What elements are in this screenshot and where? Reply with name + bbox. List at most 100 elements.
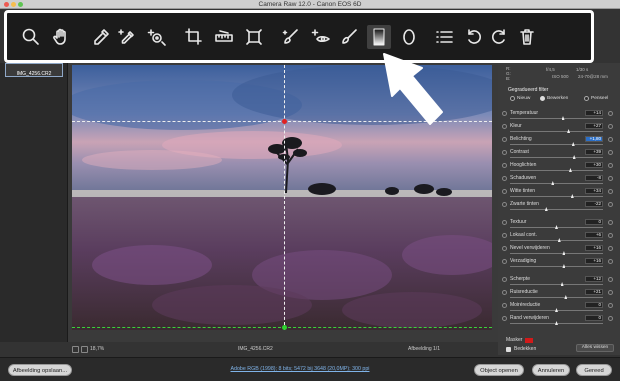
rotate-left-tool-button[interactable] <box>462 25 486 49</box>
slider-track[interactable] <box>510 144 603 145</box>
save-image-button[interactable]: Afbeelding opslaan... <box>8 364 72 376</box>
red-eye-removal-tool-button[interactable] <box>309 25 333 49</box>
increase-icon[interactable] <box>608 202 613 207</box>
decrease-icon[interactable] <box>502 303 507 308</box>
decrease-icon[interactable] <box>502 202 507 207</box>
slider-track[interactable] <box>510 284 603 285</box>
overlay-checkbox[interactable]: Bedekken <box>506 346 536 352</box>
increase-icon[interactable] <box>608 277 613 282</box>
slider-row[interactable]: Schaduwen -8 <box>502 175 620 188</box>
decrease-icon[interactable] <box>502 316 507 321</box>
color-sampler-tool-button[interactable] <box>115 25 139 49</box>
increase-icon[interactable] <box>608 290 613 295</box>
decrease-icon[interactable] <box>502 220 507 225</box>
decrease-icon[interactable] <box>502 189 507 194</box>
increase-icon[interactable] <box>608 246 613 251</box>
decrease-icon[interactable] <box>502 111 507 116</box>
rotate-right-tool-button[interactable] <box>487 25 511 49</box>
top-guide-handle[interactable] <box>282 119 287 124</box>
decrease-icon[interactable] <box>502 163 507 168</box>
decrease-icon[interactable] <box>502 259 507 264</box>
increase-icon[interactable] <box>608 124 613 129</box>
slider-row[interactable]: Moiréreductie 0 <box>502 302 620 315</box>
decrease-icon[interactable] <box>502 277 507 282</box>
straighten-tool-button[interactable] <box>212 25 236 49</box>
mode-brush-radio[interactable]: Penseel <box>584 96 608 101</box>
adjustment-brush-tool-button[interactable] <box>337 25 361 49</box>
increase-icon[interactable] <box>608 111 613 116</box>
slider-value-field[interactable]: 0 <box>585 315 603 321</box>
slider-value-field[interactable]: +6 <box>585 232 603 238</box>
slider-row[interactable]: Textuur 0 <box>502 219 620 232</box>
slider-row[interactable]: Zwarte tinten -22 <box>502 201 620 214</box>
slider-row[interactable]: Verzadiging +16 <box>502 258 620 271</box>
slider-track[interactable] <box>510 240 603 241</box>
slider-row[interactable]: Nevel verwijderen +16 <box>502 245 620 258</box>
slider-track[interactable] <box>510 253 603 254</box>
slider-value-field[interactable]: 0 <box>585 302 603 308</box>
increase-icon[interactable] <box>608 189 613 194</box>
slider-row[interactable]: Witte tinten +34 <box>502 188 620 201</box>
graduated-filter-center-line[interactable] <box>284 65 285 330</box>
increase-icon[interactable] <box>608 163 613 168</box>
zoom-in-button[interactable] <box>81 346 88 353</box>
slider-row[interactable]: Rand verwijderen 0 <box>502 315 620 328</box>
crop-tool-button[interactable] <box>182 25 206 49</box>
slider-value-field[interactable]: -22 <box>585 201 603 207</box>
done-button[interactable]: Gereed <box>576 364 612 376</box>
slider-track[interactable] <box>510 266 603 267</box>
slider-value-field[interactable]: +1,80 <box>585 136 603 142</box>
decrease-icon[interactable] <box>502 246 507 251</box>
decrease-icon[interactable] <box>502 176 507 181</box>
slider-row[interactable]: Scherpte +12 <box>502 276 620 289</box>
slider-track[interactable] <box>510 118 603 119</box>
targeted-adjustment-tool-button[interactable] <box>145 25 169 49</box>
slider-row[interactable]: Ruisreductie +21 <box>502 289 620 302</box>
transform-tool-button[interactable] <box>242 25 266 49</box>
preferences-tool-button[interactable] <box>432 25 456 49</box>
open-object-button[interactable]: Object openen <box>474 364 524 376</box>
slider-row[interactable]: Lokaal cont. +6 <box>502 232 620 245</box>
slider-value-field[interactable]: +30 <box>585 162 603 168</box>
slider-row[interactable]: Belichting +1,80 <box>502 136 620 149</box>
slider-value-field[interactable]: +39 <box>585 149 603 155</box>
graduated-filter-tool-button[interactable] <box>367 25 391 49</box>
slider-value-field[interactable]: -8 <box>585 175 603 181</box>
increase-icon[interactable] <box>608 220 613 225</box>
cancel-button[interactable]: Annuleren <box>532 364 570 376</box>
slider-row[interactable]: Kleur +27 <box>502 123 620 136</box>
increase-icon[interactable] <box>608 150 613 155</box>
delete-tool-button[interactable] <box>515 25 539 49</box>
mode-edit-radio[interactable]: Bewerken <box>540 96 568 101</box>
decrease-icon[interactable] <box>502 290 507 295</box>
slider-track[interactable] <box>510 131 603 132</box>
slider-track[interactable] <box>510 183 603 184</box>
slider-value-field[interactable]: +16 <box>585 245 603 251</box>
decrease-icon[interactable] <box>502 150 507 155</box>
slider-row[interactable]: Contrast +39 <box>502 149 620 162</box>
slider-track[interactable] <box>510 170 603 171</box>
bottom-guide-handle[interactable] <box>282 325 287 330</box>
radial-filter-tool-button[interactable] <box>397 25 421 49</box>
slider-row[interactable]: Hooglichten +30 <box>502 162 620 175</box>
zoom-level[interactable]: 18,7% <box>90 346 104 352</box>
slider-track[interactable] <box>510 297 603 298</box>
slider-track[interactable] <box>510 209 603 210</box>
increase-icon[interactable] <box>608 316 613 321</box>
slider-value-field[interactable]: +12 <box>585 276 603 282</box>
slider-value-field[interactable]: +21 <box>585 289 603 295</box>
slider-track[interactable] <box>510 196 603 197</box>
increase-icon[interactable] <box>608 137 613 142</box>
increase-icon[interactable] <box>608 176 613 181</box>
spot-removal-tool-button[interactable] <box>279 25 303 49</box>
mask-color-swatch[interactable] <box>525 337 534 343</box>
slider-value-field[interactable]: +16 <box>585 258 603 264</box>
mask-toggle[interactable]: Masker <box>506 337 534 343</box>
zoom-out-button[interactable] <box>72 346 79 353</box>
slider-value-field[interactable]: +27 <box>585 123 603 129</box>
decrease-icon[interactable] <box>502 124 507 129</box>
increase-icon[interactable] <box>608 233 613 238</box>
hand-tool-button[interactable] <box>49 25 73 49</box>
filmstrip-thumbnail[interactable]: IMG_4256.CR2 <box>5 63 63 77</box>
slider-row[interactable]: Temperatuur +14 <box>502 110 620 123</box>
